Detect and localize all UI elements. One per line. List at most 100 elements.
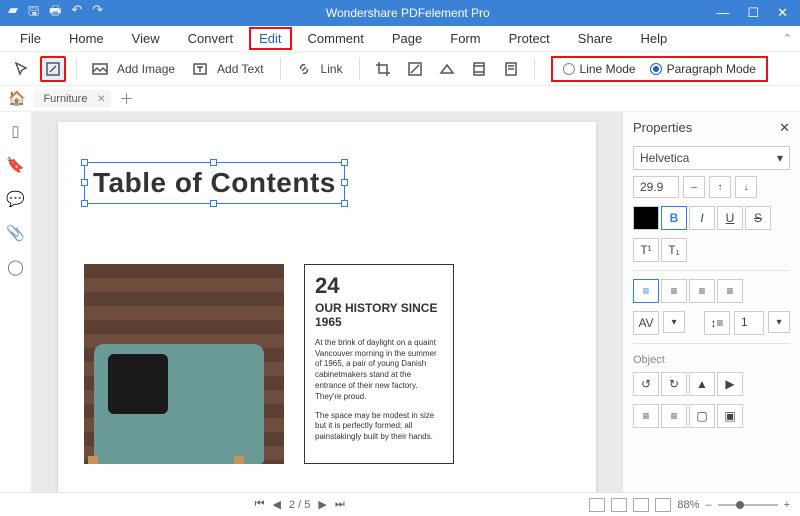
flip-vertical-button[interactable]: ▲ bbox=[689, 372, 715, 396]
line-spacing-input[interactable]: 1 bbox=[734, 311, 764, 335]
align-right-button[interactable]: ≡ bbox=[689, 279, 715, 303]
next-page-icon[interactable]: ▶ bbox=[318, 498, 326, 511]
selected-text-object[interactable]: Table of Contents bbox=[84, 162, 345, 204]
font-size-input[interactable]: 29.9 bbox=[633, 176, 679, 198]
title-bar: ▰ 🖫 🖶 ↶ ↷ Wondershare PDFelement Pro — ☐… bbox=[0, 0, 800, 26]
collapse-ribbon-icon[interactable]: ⌃ bbox=[783, 32, 792, 45]
save-icon[interactable]: 🖫 bbox=[28, 2, 39, 24]
menu-page[interactable]: Page bbox=[380, 27, 434, 50]
page-indicator[interactable]: 2 / 5 bbox=[289, 499, 310, 511]
two-page-view[interactable] bbox=[633, 498, 649, 512]
zoom-value: 88% bbox=[677, 499, 699, 511]
menu-view[interactable]: View bbox=[120, 27, 172, 50]
flip-horizontal-button[interactable]: ▶ bbox=[717, 372, 743, 396]
properties-title: Properties bbox=[633, 120, 692, 136]
properties-panel: Properties✕ Helvetica▾ 29.9 – ↑ ↓ B I U … bbox=[622, 112, 800, 492]
prev-page-start-icon[interactable]: ⏮ bbox=[255, 498, 265, 511]
print-icon[interactable]: 🖶 bbox=[49, 2, 61, 24]
next-page-end-icon[interactable]: ⏭ bbox=[335, 498, 345, 511]
pdf-page[interactable]: Table of Contents 24 OUR HISTORY SINCE 1… bbox=[58, 122, 596, 492]
add-tab-icon[interactable]: ＋ bbox=[119, 89, 133, 109]
app-logo-icon: ▰ bbox=[8, 2, 18, 24]
align-justify-button[interactable]: ≡ bbox=[717, 279, 743, 303]
minimize-button[interactable]: — bbox=[716, 5, 729, 21]
link-button[interactable]: Link bbox=[291, 56, 349, 82]
select-tool[interactable] bbox=[8, 56, 34, 82]
single-page-view[interactable] bbox=[589, 498, 605, 512]
edit-mode-group: Line Mode Paragraph Mode bbox=[551, 56, 768, 82]
close-button[interactable]: ✕ bbox=[777, 5, 788, 21]
paragraph-mode-radio[interactable]: Paragraph Mode bbox=[650, 62, 756, 76]
font-size-decrease[interactable]: – bbox=[683, 176, 705, 198]
menu-home[interactable]: Home bbox=[57, 27, 116, 50]
document-canvas[interactable]: Table of Contents 24 OUR HISTORY SINCE 1… bbox=[32, 112, 622, 492]
object-section-label: Object bbox=[633, 354, 790, 366]
menu-convert[interactable]: Convert bbox=[176, 27, 246, 50]
add-image-button[interactable]: Add Image bbox=[87, 56, 181, 82]
zoom-in-button[interactable]: + bbox=[784, 499, 790, 511]
rotate-left-button[interactable]: ↺ bbox=[633, 372, 659, 396]
zoom-out-button[interactable]: – bbox=[705, 499, 711, 511]
edit-toolbar: Add Image Add Text Link Line Mode Paragr… bbox=[0, 52, 800, 86]
distribute-h-button[interactable]: ≡ bbox=[633, 404, 659, 428]
menu-share[interactable]: Share bbox=[566, 27, 625, 50]
side-navigation: ▯ 🔖 💬 📎 ◯ bbox=[0, 112, 32, 492]
menu-comment[interactable]: Comment bbox=[296, 27, 376, 50]
font-family-select[interactable]: Helvetica▾ bbox=[633, 146, 790, 170]
line-spacing-stepper[interactable]: ▾ bbox=[768, 311, 790, 333]
story-text-block[interactable]: 24 OUR HISTORY SINCE 1965 At the brink o… bbox=[304, 264, 454, 464]
menu-bar: File Home View Convert Edit Comment Page… bbox=[0, 26, 800, 52]
menu-edit[interactable]: Edit bbox=[249, 27, 291, 50]
comments-icon[interactable]: 💬 bbox=[6, 190, 25, 208]
distribute-v-button[interactable]: ≡ bbox=[661, 404, 687, 428]
header-footer-tool[interactable] bbox=[466, 56, 492, 82]
grow-font[interactable]: ↑ bbox=[709, 176, 731, 198]
close-tab-icon[interactable]: ✕ bbox=[97, 94, 105, 105]
superscript-button[interactable]: T¹ bbox=[633, 238, 659, 262]
align-left-button[interactable]: ≡ bbox=[633, 279, 659, 303]
bold-button[interactable]: B bbox=[661, 206, 687, 230]
subscript-button[interactable]: T₁ bbox=[661, 238, 687, 262]
zoom-slider[interactable] bbox=[718, 504, 778, 506]
search-icon[interactable]: ◯ bbox=[7, 258, 24, 276]
menu-form[interactable]: Form bbox=[438, 27, 492, 50]
window-title: Wondershare PDFelement Pro bbox=[111, 6, 704, 20]
watermark-tool[interactable] bbox=[402, 56, 428, 82]
align-center-button[interactable]: ≡ bbox=[661, 279, 687, 303]
two-page-continuous-view[interactable] bbox=[655, 498, 671, 512]
add-text-button[interactable]: Add Text bbox=[187, 56, 269, 82]
bates-tool[interactable] bbox=[498, 56, 524, 82]
continuous-view[interactable] bbox=[611, 498, 627, 512]
attachments-icon[interactable]: 📎 bbox=[6, 224, 25, 242]
background-tool[interactable] bbox=[434, 56, 460, 82]
text-color-picker[interactable] bbox=[633, 206, 659, 230]
italic-button[interactable]: I bbox=[689, 206, 715, 230]
hero-image bbox=[84, 264, 284, 464]
thumbnails-icon[interactable]: ▯ bbox=[11, 122, 19, 140]
char-spacing-stepper[interactable]: ▾ bbox=[663, 311, 685, 333]
tab-furniture[interactable]: Furniture✕ bbox=[33, 90, 111, 108]
replace-image-button[interactable]: ▣ bbox=[717, 404, 743, 428]
edit-object-tool[interactable] bbox=[40, 56, 66, 82]
shrink-font[interactable]: ↓ bbox=[735, 176, 757, 198]
redo-icon[interactable]: ↷ bbox=[92, 2, 103, 24]
bookmarks-icon[interactable]: 🔖 bbox=[6, 156, 25, 174]
underline-button[interactable]: U bbox=[717, 206, 743, 230]
image-icon bbox=[87, 56, 113, 82]
undo-icon[interactable]: ↶ bbox=[71, 2, 82, 24]
maximize-button[interactable]: ☐ bbox=[747, 5, 759, 21]
close-panel-icon[interactable]: ✕ bbox=[779, 120, 790, 136]
menu-protect[interactable]: Protect bbox=[497, 27, 562, 50]
prev-page-icon[interactable]: ◀ bbox=[273, 498, 281, 511]
crop-tool[interactable] bbox=[370, 56, 396, 82]
crop-object-button[interactable]: ▢ bbox=[689, 404, 715, 428]
menu-help[interactable]: Help bbox=[629, 27, 680, 50]
story-para-1: At the brink of daylight on a quaint Van… bbox=[315, 338, 443, 403]
rotate-right-button[interactable]: ↻ bbox=[661, 372, 687, 396]
story-para-2: The space may be modest in size but it i… bbox=[315, 411, 443, 443]
strike-button[interactable]: S bbox=[745, 206, 771, 230]
menu-file[interactable]: File bbox=[8, 27, 53, 50]
home-icon[interactable]: 🏠 bbox=[8, 90, 25, 107]
line-spacing-icon: ↕≡ bbox=[704, 311, 730, 335]
line-mode-radio[interactable]: Line Mode bbox=[563, 62, 636, 76]
